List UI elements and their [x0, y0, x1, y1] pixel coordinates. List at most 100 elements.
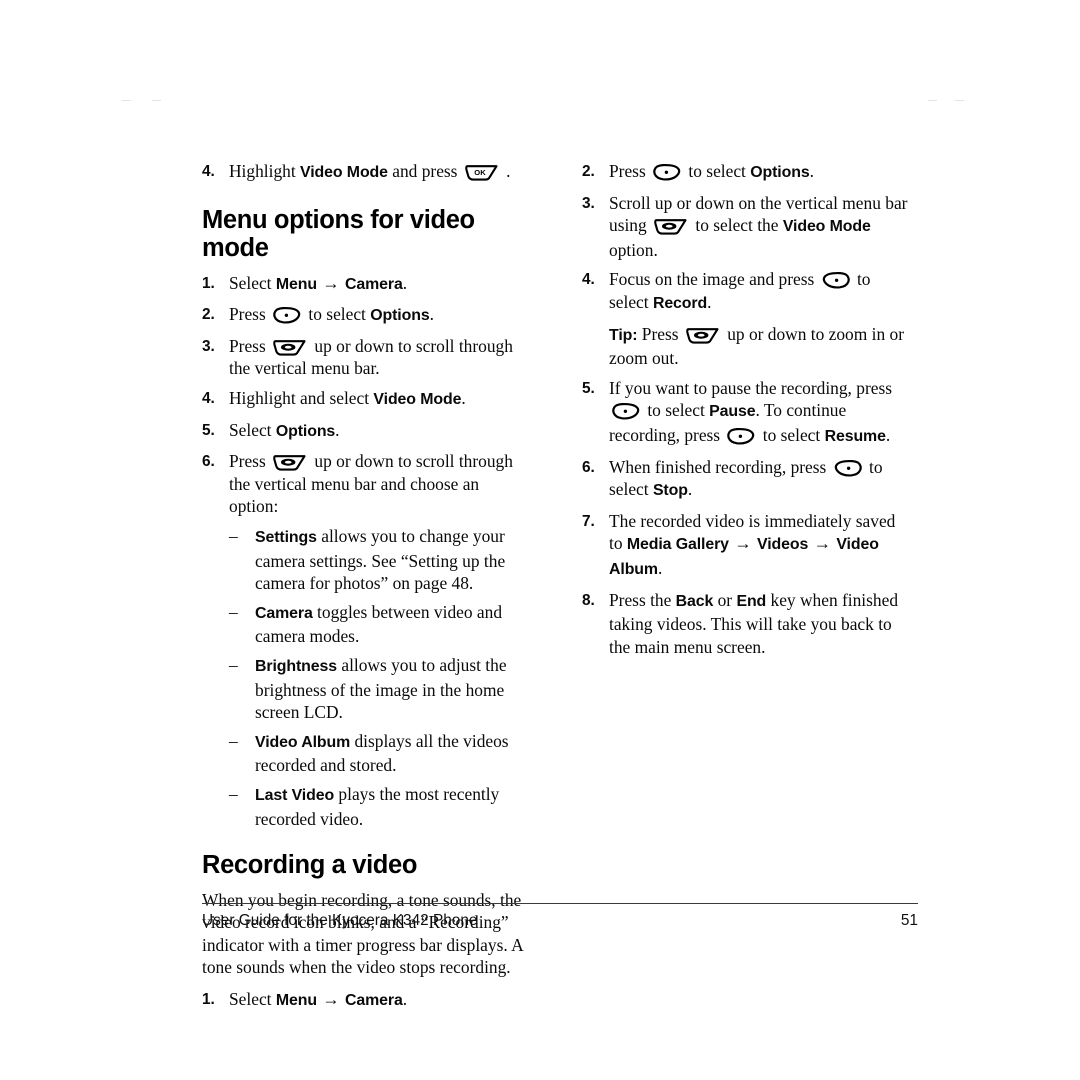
list-item: 3. Press up or down to scroll through the…: [202, 335, 528, 380]
list-item: 3. Scroll up or down on the vertical menu…: [582, 192, 908, 262]
dash-bullet-icon: –: [229, 526, 238, 547]
list-item: 6. When finished recording, press to sele…: [582, 456, 908, 503]
list-item-text: Press the Back or End key when finished …: [609, 589, 908, 659]
dash-bullet-icon: –: [229, 783, 238, 804]
list-item-text: Press to select Options.: [609, 160, 908, 185]
page-columns: 4. Highlight Video Mode and press OK . Me…: [202, 160, 908, 1020]
list-item-number: 4.: [582, 271, 595, 289]
list-item: 2. Press to select Options.: [582, 160, 908, 185]
right-softkey-icon: [822, 271, 850, 289]
text-run: or: [713, 589, 737, 610]
list-item-number: 2.: [582, 163, 595, 180]
list-item: 1. Select Menu → Camera.: [202, 988, 528, 1013]
list-item-number: 3.: [582, 194, 595, 212]
text-run: to select: [643, 400, 710, 421]
bold-term: Camera: [255, 604, 313, 622]
list-item-text: Press to select Options.: [229, 303, 528, 328]
bold-term: Video Mode: [300, 164, 388, 181]
text-run: up or down to scroll through the vertica…: [229, 451, 513, 517]
bold-term: Pause: [709, 403, 756, 421]
tip-paragraph: Tip: Press up or down to zoom in or zoom…: [582, 323, 908, 370]
tip-note: Tip: Press up or down to zoom in or zoom…: [582, 323, 908, 370]
bold-term: Video Mode: [373, 391, 462, 409]
page-footer: User Guide for the Kyocera K342 Phone 51: [202, 903, 918, 930]
list-item-number: 6.: [202, 453, 215, 471]
navigation-key-icon: [686, 326, 720, 344]
text-run: Press the: [609, 589, 676, 610]
ok-key-icon: OK: [465, 163, 499, 181]
bold-term: Options: [275, 422, 336, 440]
option-list-item: – Video Album displays all the videos rec…: [202, 730, 528, 777]
list-item-text: If you want to pause the recording, pres…: [609, 377, 908, 449]
text-run: When finished recording, press: [609, 456, 831, 477]
left-softkey-icon: [273, 306, 301, 324]
arrow-separator-icon: →: [729, 533, 757, 554]
text-run: Press: [609, 161, 651, 181]
crop-mark-top-right: [928, 100, 937, 101]
list-item-text: Highlight and select Video Mode.: [229, 387, 528, 412]
bold-term: Media Gallery: [626, 536, 729, 554]
text-run: Press: [637, 323, 683, 344]
bold-term: Camera: [345, 275, 403, 293]
dash-bullet-icon: –: [229, 601, 238, 622]
bold-term: End: [736, 592, 767, 610]
text-run: .: [501, 161, 511, 181]
list-item-text: Select Menu → Camera.: [229, 988, 528, 1013]
recording-step-list: 1. Select Menu → Camera.: [202, 988, 528, 1013]
list-item-number: 3.: [202, 337, 215, 355]
crop-mark-top-left: [122, 100, 131, 101]
bold-term: Settings: [255, 529, 317, 547]
arrow-separator-icon: →: [317, 272, 345, 293]
recording-section-title: Recording a video: [202, 851, 418, 880]
right-softkey-icon: [834, 459, 862, 477]
option-list-item-text: Camera toggles between video and camera …: [255, 601, 528, 648]
text-run: .: [461, 388, 466, 409]
recording-step-list-continued: 2. Press to select Options. 3. Scroll up or…: [582, 160, 908, 316]
navigation-key-icon: [273, 453, 307, 471]
list-item-text: Focus on the image and press to select R…: [609, 268, 908, 315]
option-list-item: – Brightness allows you to adjust the bri…: [202, 654, 528, 724]
option-list-item-text: Brightness allows you to adjust the brig…: [255, 654, 528, 724]
list-item: 4. Focus on the image and press to select…: [582, 268, 908, 315]
text-run: .: [687, 479, 693, 500]
option-list-item: – Last Video plays the most recently reco…: [202, 783, 528, 830]
option-list-item-text: Last Video plays the most recently recor…: [255, 783, 528, 830]
text-run: .: [657, 557, 663, 578]
option-list-item-text: Settings allows you to change your camer…: [255, 525, 528, 595]
list-item-number: 5.: [202, 421, 215, 439]
text-run: If you want to pause the recording, pres…: [609, 377, 892, 398]
option-list-item-text: Video Album displays all the videos reco…: [255, 730, 528, 777]
list-item: 4. Highlight and select Video Mode.: [202, 387, 528, 412]
text-run: Select: [229, 272, 276, 293]
text-run: Press: [229, 304, 271, 325]
page-title: Menu options for video mode: [202, 205, 475, 263]
list-item: 6. Press up or down to scroll through the…: [202, 450, 528, 518]
bold-term: Options: [370, 307, 430, 325]
text-run: .: [707, 291, 712, 312]
list-item: 2. Press to select Options.: [202, 303, 528, 328]
list-item-text: Highlight Video Mode and press OK .: [229, 160, 528, 185]
list-item-number: 1.: [202, 991, 215, 1009]
text-run: Press: [229, 451, 271, 472]
list-item-number: 6.: [582, 458, 595, 476]
svg-text:OK: OK: [474, 168, 486, 177]
bold-term: Options: [750, 164, 810, 181]
bold-term: Video Album: [255, 733, 351, 751]
list-item: 5. Select Options.: [202, 419, 528, 444]
right-column: 2. Press to select Options. 3. Scroll up or…: [582, 160, 908, 1020]
list-item-number: 7.: [582, 512, 595, 530]
list-item: 1. Select Menu → Camera.: [202, 272, 528, 297]
list-item-number: 1.: [202, 274, 215, 292]
text-run: and press: [387, 161, 462, 181]
lead-list-item: 4. Highlight Video Mode and press OK .: [202, 160, 528, 185]
left-softkey-icon: [727, 427, 755, 445]
menu-option-descriptions: – Settings allows you to change your came…: [202, 525, 528, 830]
bold-term: Resume: [824, 427, 886, 445]
list-item-text: Press up or down to scroll through the v…: [229, 450, 528, 518]
crop-mark-top-right-2: [955, 100, 964, 101]
list-item-number: 4.: [202, 390, 215, 408]
list-item-text: The recorded video is immediately saved …: [609, 510, 908, 582]
list-item-number: 8.: [582, 591, 595, 609]
bold-term: Last Video: [255, 786, 335, 804]
list-item-text: Press up or down to scroll through the v…: [229, 335, 528, 380]
